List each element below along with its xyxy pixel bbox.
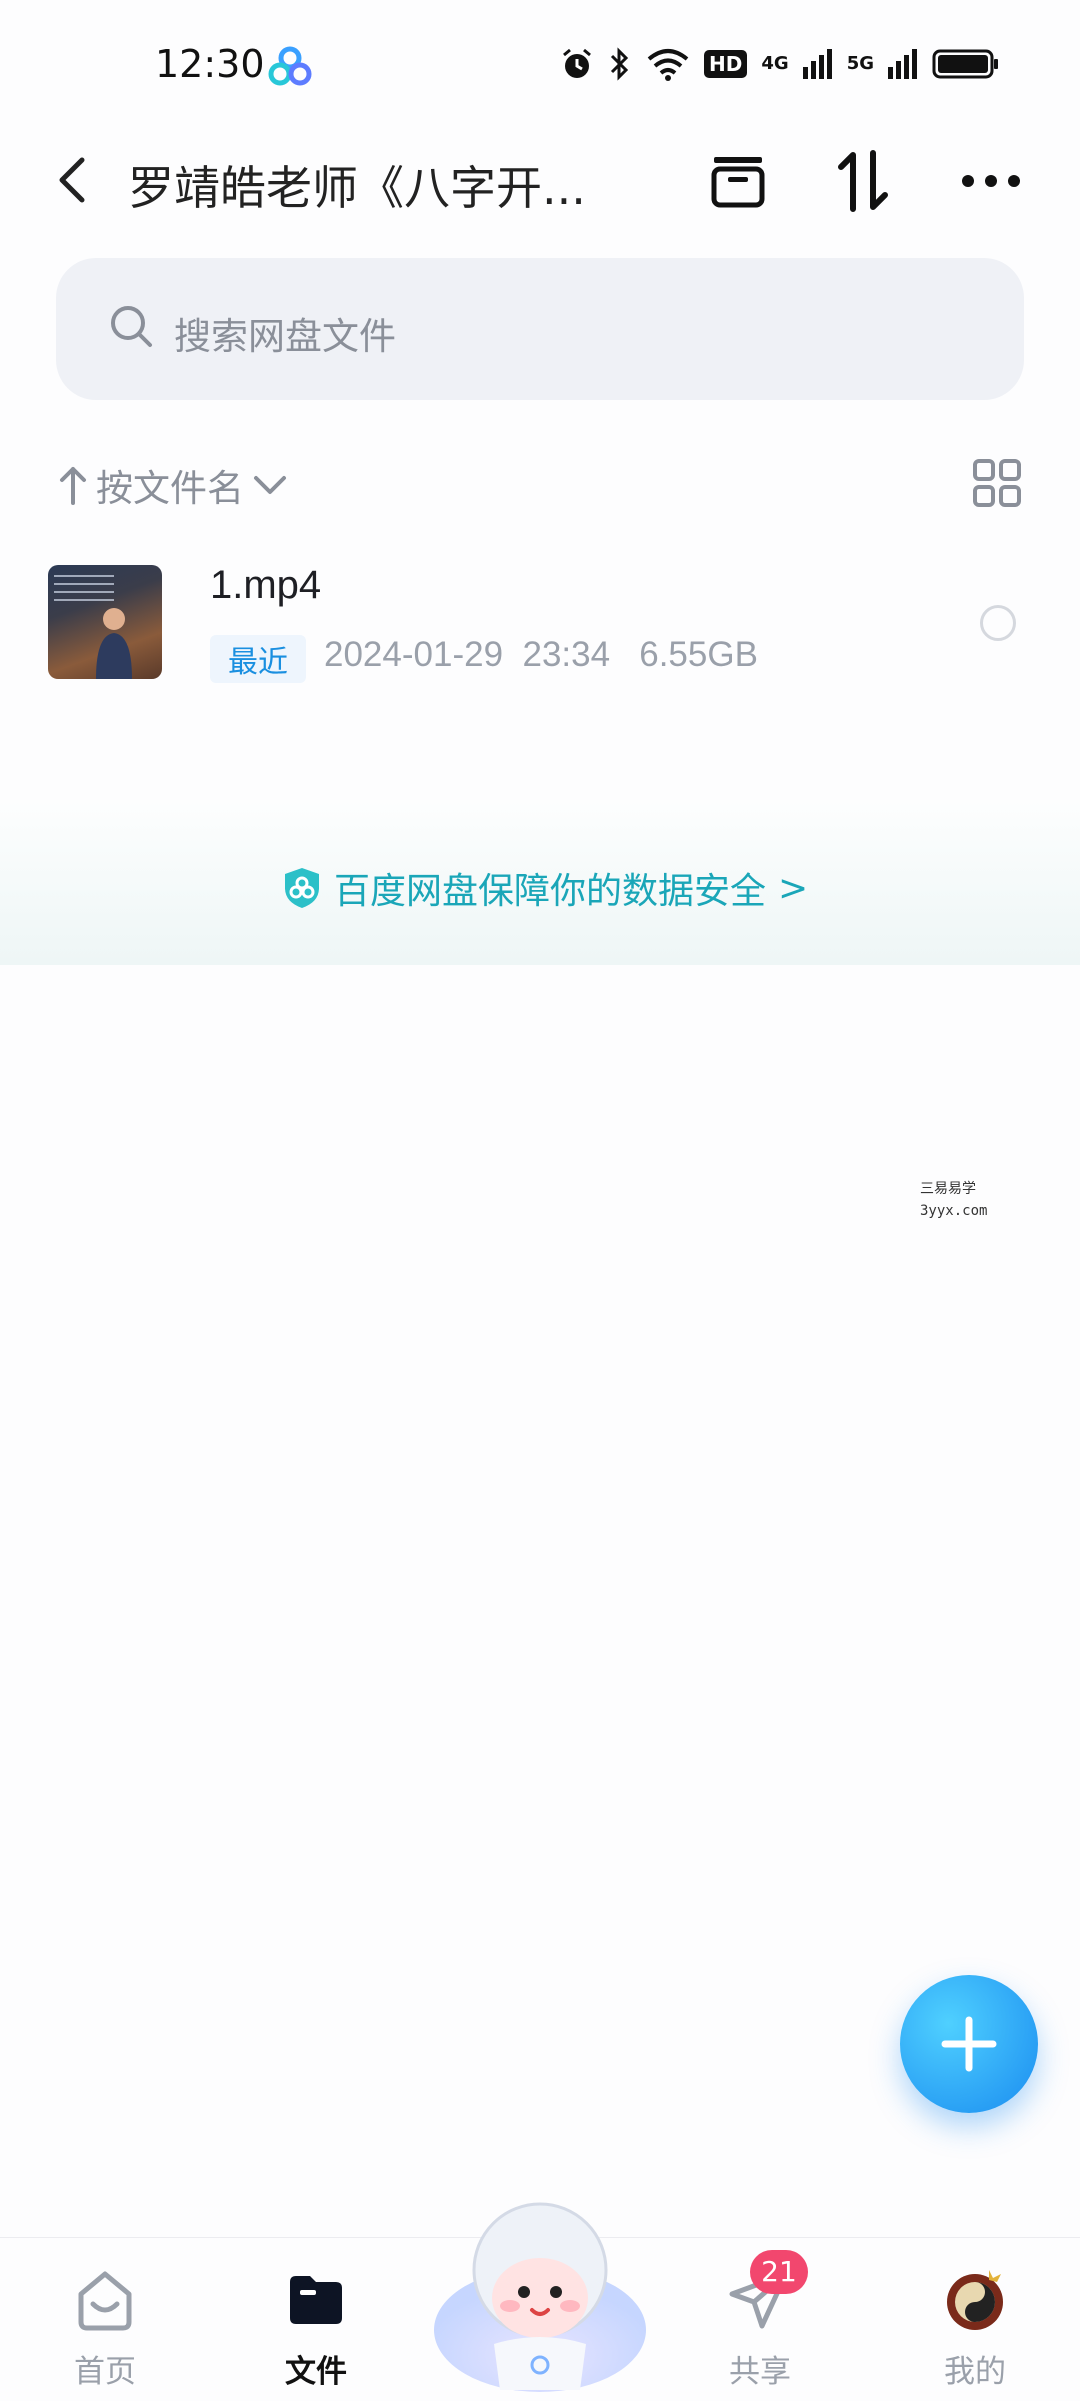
home-icon	[78, 2271, 132, 2331]
5g-label: 5G	[846, 53, 874, 74]
watermark-line2: 3yyx.com	[920, 1203, 988, 1219]
nav-mine[interactable]: 我的	[905, 2258, 1045, 2390]
more-button[interactable]	[956, 146, 1026, 216]
watermark: 三易易学 3yyx.com	[920, 1178, 987, 1222]
arrow-up-icon	[60, 467, 86, 505]
search-icon	[111, 306, 152, 347]
baidu-netdisk-logo-icon	[268, 46, 312, 86]
folder-icon	[290, 2276, 342, 2324]
alarm-icon	[563, 48, 591, 78]
nav-home-label: 首页	[74, 2354, 136, 2390]
sort-label: 按文件名	[96, 467, 244, 510]
shield-icon	[285, 868, 319, 908]
search-box[interactable]: 搜索网盘文件	[56, 258, 1024, 400]
signal-4g-icon	[802, 49, 832, 79]
nav-home[interactable]: 首页	[35, 2258, 175, 2390]
file-list-item[interactable]: 1.mp4 最近 2024-01-29 23:34 6.55GB	[0, 555, 1080, 695]
bluetooth-icon	[610, 47, 629, 81]
banner-text: 百度网盘保障你的数据安全	[334, 871, 767, 912]
more-icon	[962, 175, 1020, 187]
page-title: 罗靖皓老师《八字开...	[128, 161, 586, 215]
title-bar: 罗靖皓老师《八字开...	[0, 130, 1080, 230]
nav-mine-label: 我的	[944, 2354, 1006, 2390]
file-name: 1.mp4	[210, 563, 322, 607]
archive-button[interactable]	[703, 146, 773, 216]
sort-swap-icon	[838, 150, 888, 212]
chevron-right-icon: >	[778, 867, 809, 909]
nav-files[interactable]: 文件	[246, 2258, 386, 2390]
back-arrow-icon[interactable]	[48, 152, 98, 208]
chevron-down-icon	[254, 476, 286, 494]
select-radio[interactable]	[980, 605, 1016, 641]
search-placeholder: 搜索网盘文件	[174, 315, 396, 358]
signal-5g-icon	[888, 49, 917, 79]
add-button[interactable]	[900, 1975, 1038, 2113]
recent-badge: 最近	[210, 635, 306, 683]
video-thumbnail	[48, 565, 162, 679]
nav-share-label: 共享	[729, 2354, 791, 2390]
grid-view-icon[interactable]	[972, 458, 1022, 508]
wifi-icon	[647, 49, 689, 81]
nav-share[interactable]: 21 共享	[690, 2250, 830, 2390]
avatar	[947, 2270, 1003, 2330]
sort-selector[interactable]: 按文件名	[58, 458, 288, 512]
status-bar: 12:30 HD 4G 5G	[0, 0, 1080, 130]
file-meta: 2024-01-29 23:34 6.55GB	[324, 635, 758, 674]
security-banner[interactable]: 百度网盘保障你的数据安全 >	[0, 800, 1080, 965]
4g-label: 4G	[761, 53, 789, 74]
hd-voice-icon: HD	[704, 50, 748, 78]
archive-icon	[711, 157, 765, 208]
sort-button[interactable]	[828, 146, 898, 216]
status-time: 12:30	[155, 42, 265, 86]
share-count-badge: 21	[750, 2250, 808, 2294]
nav-files-label: 文件	[285, 2354, 347, 2390]
battery-icon	[932, 49, 998, 79]
mascot-assistant-icon[interactable]	[430, 2180, 650, 2400]
plus-icon	[941, 2016, 997, 2072]
watermark-line1: 三易易学	[920, 1181, 976, 1197]
